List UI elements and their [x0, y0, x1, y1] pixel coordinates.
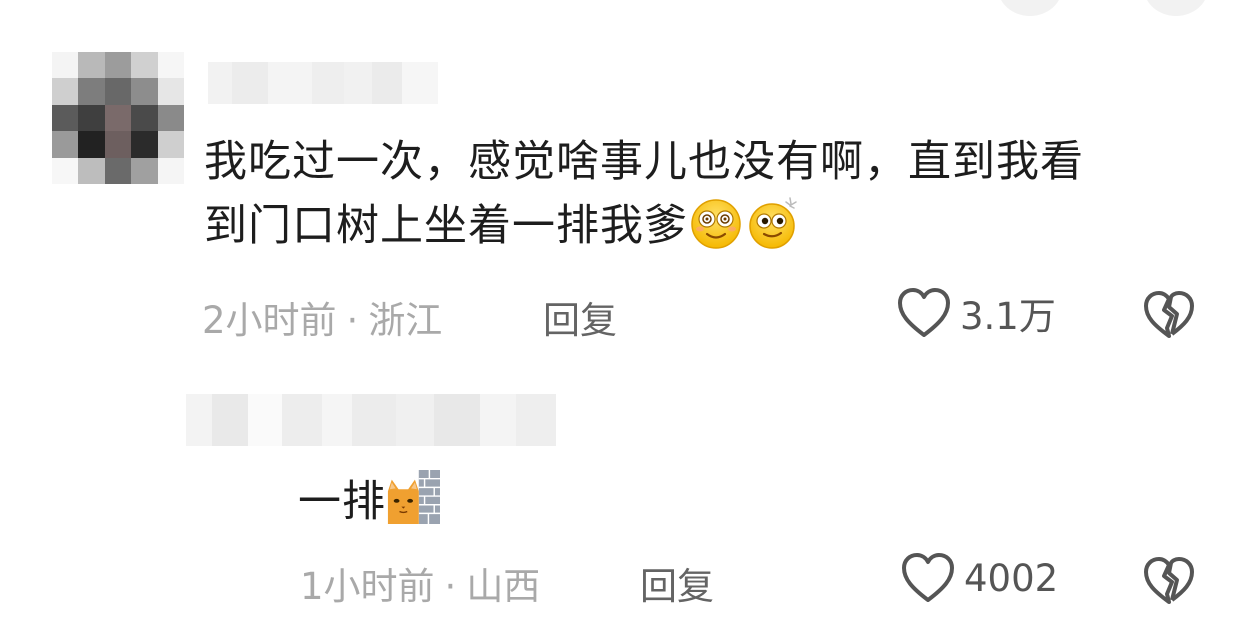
dizzy-eyes-emoji-icon — [691, 199, 741, 249]
comment-text-line-2: 到门口树上坐着一排我爹 — [204, 194, 1084, 258]
sparkle-eyes-emoji-icon — [749, 197, 797, 249]
like-count: 3.1万 — [960, 295, 1056, 338]
username-blurred[interactable] — [208, 62, 438, 104]
top-action-bubble[interactable] — [1144, 0, 1208, 16]
separator-dot: · — [444, 565, 457, 608]
like-button[interactable]: 4002 — [900, 552, 1058, 604]
heart-outline-icon — [898, 288, 950, 337]
reply-username-blurred[interactable] — [186, 394, 556, 446]
like-button[interactable]: 3.1万 — [896, 286, 1056, 340]
top-action-bubble[interactable] — [998, 0, 1062, 16]
broken-heart-icon — [1144, 557, 1194, 604]
reply-location: 山西 — [466, 565, 541, 608]
comment-meta: 2小时前 · 浙江 — [202, 290, 442, 344]
separator-dot: · — [346, 299, 359, 342]
reply-button[interactable]: 回复 — [543, 290, 617, 344]
avatar[interactable] — [52, 52, 184, 184]
reply-button[interactable]: 回复 — [640, 556, 714, 610]
dislike-button[interactable] — [1142, 556, 1196, 610]
dislike-button[interactable] — [1142, 290, 1196, 344]
like-count: 4002 — [964, 556, 1059, 600]
cat-peeking-wall-emoji-icon — [387, 470, 440, 524]
comment-text: 我吃过一次，感觉啥事儿也没有啊，直到我看 到门口树上坐着一排我爹 — [204, 130, 1084, 258]
reply-comment-text: 一排 — [298, 468, 440, 534]
comment-location: 浙江 — [368, 299, 443, 342]
reply-meta: 1小时前 · 山西 — [300, 556, 540, 610]
comment-list: 我吃过一次，感觉啥事儿也没有啊，直到我看 到门口树上坐着一排我爹 2小时前 · … — [0, 0, 1260, 640]
reply-time: 1小时前 — [300, 565, 435, 608]
broken-heart-icon — [1144, 291, 1194, 338]
heart-outline-icon — [902, 553, 954, 602]
comment-text-line-1: 我吃过一次，感觉啥事儿也没有啊，直到我看 — [204, 137, 1084, 187]
comment-time: 2小时前 — [202, 299, 337, 342]
